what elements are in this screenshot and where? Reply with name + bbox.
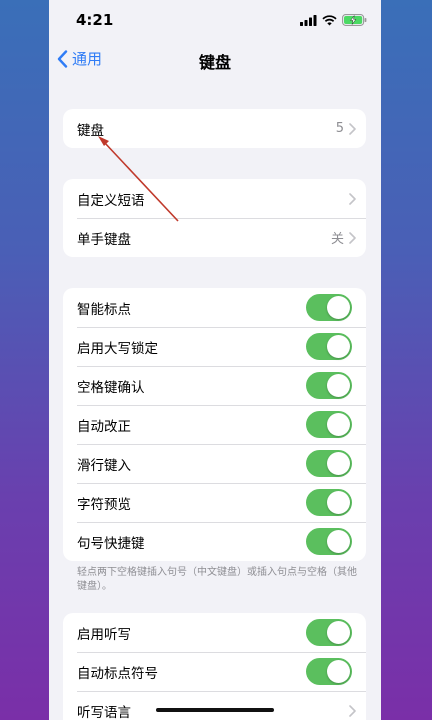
annotation-arrow bbox=[98, 136, 179, 222]
settings-screen: 4:21 通用 键盘 键盘 5 自定义短语 单手键盘 关 智能标点 启用大写锁定… bbox=[49, 0, 381, 720]
